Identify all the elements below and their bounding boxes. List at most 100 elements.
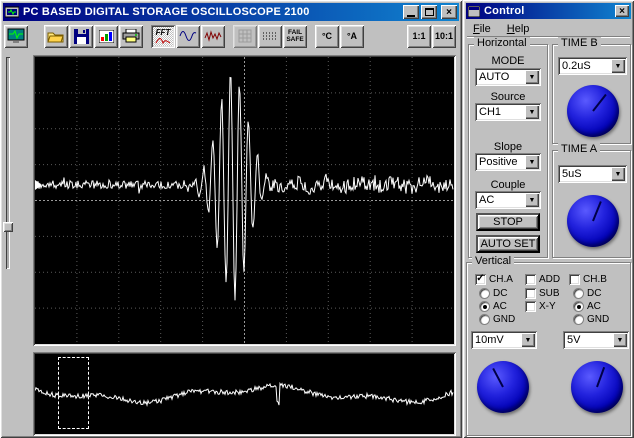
control-icon <box>468 5 480 17</box>
cha-gnd-radio[interactable] <box>479 314 490 325</box>
scope-screen-icon <box>7 28 25 43</box>
menu-help[interactable]: Help <box>505 22 532 36</box>
grid-toggle-button <box>233 24 257 48</box>
couple-select[interactable]: AC ▼ <box>475 191 541 209</box>
sub-checkbox[interactable] <box>525 288 536 299</box>
cha-label: CH.A <box>489 274 513 285</box>
chb-gnd-radio[interactable] <box>573 314 584 325</box>
open-button[interactable] <box>44 24 68 48</box>
fail-safe-button[interactable]: FAIL SAFE <box>283 24 307 48</box>
knob-pointer <box>592 201 602 222</box>
maximize-button[interactable] <box>421 5 437 19</box>
knob-pointer <box>592 93 607 112</box>
stop-button[interactable]: STOP <box>476 213 540 231</box>
cha-dc-radio[interactable] <box>479 288 490 299</box>
time-a-label: TIME A <box>558 143 601 155</box>
dotted-lines-icon <box>263 32 277 40</box>
dropdown-arrow-icon[interactable]: ▼ <box>525 193 539 207</box>
control-window: Control × File Help Horizontal MODE AUTO… <box>463 0 634 438</box>
dropdown-arrow-icon[interactable]: ▼ <box>611 59 625 73</box>
fft-curve-icon <box>155 38 171 44</box>
print-button[interactable] <box>119 24 143 48</box>
close-button[interactable]: × <box>441 5 457 19</box>
time-b-select[interactable]: 0.2uS ▼ <box>558 57 627 75</box>
chb-gnd-label: GND <box>587 314 610 325</box>
knob-pointer <box>492 367 504 388</box>
export-image-button[interactable] <box>94 24 118 48</box>
floppy-disk-icon <box>73 28 89 44</box>
save-button[interactable] <box>69 24 93 48</box>
ampere-button[interactable]: °A <box>340 24 364 48</box>
cha-ac-label: AC <box>493 301 507 312</box>
add-checkbox[interactable] <box>525 274 536 285</box>
cha-volts-knob[interactable] <box>477 361 529 413</box>
chb-ac-label: AC <box>587 301 601 312</box>
desktop: PC BASED DIGITAL STORAGE OSCILLOSCOPE 21… <box>0 0 634 438</box>
fft-button[interactable]: FFT <box>151 24 175 48</box>
cha-gnd-label: GND <box>493 314 516 325</box>
acquire-button[interactable] <box>4 24 28 48</box>
probe-1x-label: 1:1 <box>412 31 426 41</box>
dropdown-arrow-icon[interactable]: ▼ <box>521 333 535 347</box>
chb-volts-knob[interactable] <box>571 361 623 413</box>
horizontal-group: Horizontal MODE AUTO ▼ Source CH1 ▼ Slop… <box>468 37 548 258</box>
main-titlebar[interactable]: PC BASED DIGITAL STORAGE OSCILLOSCOPE 21… <box>3 3 459 21</box>
control-titlebar[interactable]: Control × <box>466 3 631 19</box>
slider-thumb[interactable] <box>3 222 13 232</box>
control-close-button[interactable]: × <box>615 5 629 17</box>
control-window-title: Control <box>484 5 525 17</box>
zoom-selection-box[interactable] <box>58 357 89 429</box>
vertical-group-label: Vertical <box>472 255 515 267</box>
dropdown-arrow-icon[interactable]: ▼ <box>611 167 625 181</box>
trace-position-slider[interactable] <box>3 57 13 269</box>
noise-wave-button[interactable] <box>201 24 225 48</box>
time-b-knob[interactable] <box>567 85 619 137</box>
menubar: File Help <box>467 21 630 37</box>
sine-wave-button[interactable] <box>176 24 200 48</box>
chb-volts-select[interactable]: 5V ▼ <box>563 331 629 349</box>
fft-label: FFT <box>155 28 171 37</box>
source-label: Source <box>490 91 526 103</box>
auto-set-button[interactable]: AUTO SET <box>476 235 540 253</box>
cha-ac-radio[interactable] <box>479 301 490 312</box>
chb-dc-radio[interactable] <box>573 288 584 299</box>
time-a-group: TIME A 5uS ▼ <box>552 143 631 258</box>
overview-waveform <box>35 381 454 407</box>
dropdown-arrow-icon[interactable]: ▼ <box>525 155 539 169</box>
toolbar: FFT FAIL SAFE °C °A 1:1 10:1 <box>4 23 458 49</box>
dotted-grid-button[interactable] <box>258 24 282 48</box>
knob-pointer <box>596 366 606 388</box>
time-a-knob[interactable] <box>567 195 619 247</box>
sine-wave-icon <box>179 31 197 41</box>
fail-safe-label-1: FAIL <box>287 29 303 36</box>
time-a-select[interactable]: 5uS ▼ <box>558 165 627 183</box>
probe-1x-button[interactable]: 1:1 <box>407 24 431 48</box>
minimize-button[interactable] <box>403 5 419 19</box>
ampere-label: °A <box>346 31 358 41</box>
menu-file[interactable]: File <box>471 22 493 36</box>
xy-checkbox[interactable] <box>525 301 536 312</box>
slope-select[interactable]: Positive ▼ <box>475 153 541 171</box>
slope-label: Slope <box>493 141 523 153</box>
cha-dc-label: DC <box>493 288 508 299</box>
chb-ac-radio[interactable] <box>573 301 584 312</box>
cha-volts-select[interactable]: 10mV ▼ <box>471 331 537 349</box>
source-select[interactable]: CH1 ▼ <box>475 103 541 121</box>
couple-label: Couple <box>490 179 526 191</box>
probe-10x-button[interactable]: 10:1 <box>432 24 456 48</box>
celsius-button[interactable]: °C <box>315 24 339 48</box>
minimize-icon <box>407 14 415 17</box>
chb-checkbox[interactable] <box>569 274 580 285</box>
cha-checkbox[interactable] <box>475 274 486 285</box>
dropdown-arrow-icon[interactable]: ▼ <box>525 105 539 119</box>
time-b-group: TIME B 0.2uS ▼ <box>552 37 631 144</box>
printer-icon <box>122 29 140 43</box>
dropdown-arrow-icon[interactable]: ▼ <box>613 333 627 347</box>
scope-display <box>33 55 456 346</box>
noise-wave-icon <box>204 30 222 42</box>
mode-select[interactable]: AUTO ▼ <box>475 68 541 86</box>
dropdown-arrow-icon[interactable]: ▼ <box>525 70 539 84</box>
trigger-level-marker[interactable] <box>35 180 42 190</box>
open-folder-icon <box>47 32 64 43</box>
maximize-icon <box>424 8 434 16</box>
